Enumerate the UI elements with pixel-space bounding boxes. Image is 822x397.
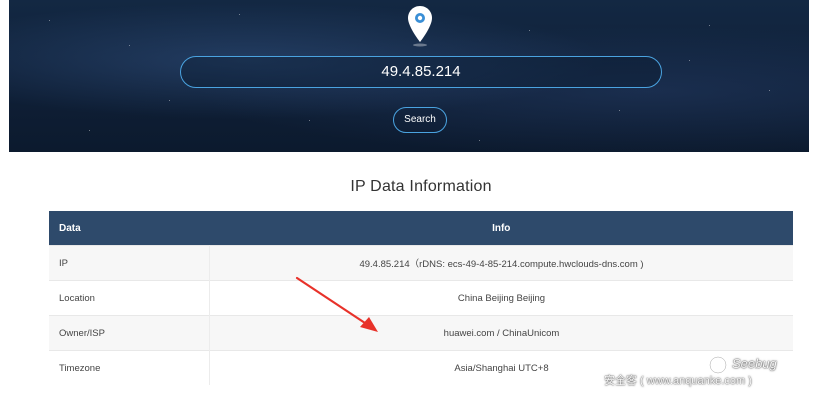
hero-banner: Search <box>9 0 809 152</box>
ip-search-input[interactable] <box>180 56 662 88</box>
row-value-ip: 49.4.85.214（rDNS: ecs-49-4-85-214.comput… <box>209 245 793 281</box>
table-row: Owner/ISP huawei.com / ChinaUnicom <box>49 315 793 351</box>
column-header-info: Info <box>209 211 793 246</box>
search-button[interactable]: Search <box>393 107 447 133</box>
table-row: Timezone Asia/Shanghai UTC+8 <box>49 350 793 385</box>
row-label-ip: IP <box>49 245 210 281</box>
row-value-location: China Beijing Beijing <box>209 280 793 316</box>
section-title: IP Data Information <box>350 178 492 195</box>
table-row: Location China Beijing Beijing <box>49 280 793 316</box>
row-label-timezone: Timezone <box>49 350 210 385</box>
row-label-owner-isp: Owner/ISP <box>49 315 210 351</box>
table-row: IP 49.4.85.214（rDNS: ecs-49-4-85-214.com… <box>49 245 793 281</box>
ip-data-table: Data Info IP 49.4.85.214（rDNS: ecs-49-4-… <box>49 211 793 385</box>
row-value-owner-isp: huawei.com / ChinaUnicom <box>209 315 793 351</box>
row-value-timezone: Asia/Shanghai UTC+8 <box>209 350 793 385</box>
table-header-row: Data Info <box>49 211 793 246</box>
row-label-location: Location <box>49 280 210 316</box>
column-header-data: Data <box>49 211 210 246</box>
map-pin-icon <box>408 6 432 47</box>
